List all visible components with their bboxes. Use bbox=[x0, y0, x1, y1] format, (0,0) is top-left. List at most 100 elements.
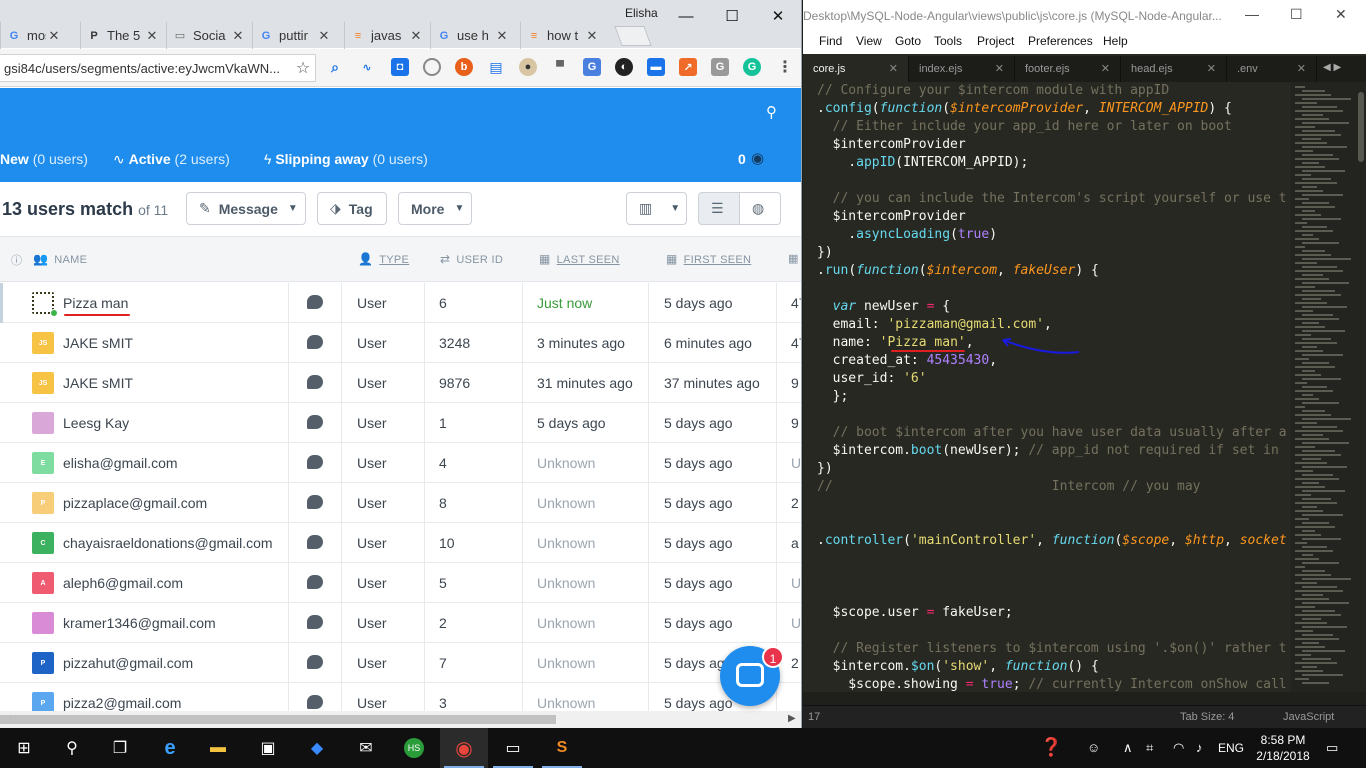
mail-icon[interactable]: ✉ bbox=[342, 728, 390, 768]
user-name-cell[interactable]: kramer1346@gmail.com bbox=[63, 603, 287, 643]
close-icon[interactable]: ✕ bbox=[316, 28, 332, 44]
maximize-icon[interactable]: ☐ bbox=[1290, 6, 1303, 23]
notifications-icon[interactable]: ▭ bbox=[1326, 740, 1338, 756]
tab-env[interactable]: .env ✕ bbox=[1227, 56, 1317, 82]
menu-goto[interactable]: Goto bbox=[895, 34, 921, 48]
table-row[interactable]: Pizza man User 6 Just now 5 days ago 47 bbox=[0, 283, 801, 323]
segment-slipping-away[interactable]: ϟ Slipping away (0 users) bbox=[264, 151, 428, 167]
user-name-cell[interactable]: aleph6@gmail.com bbox=[63, 563, 287, 603]
table-row[interactable]: JS JAKE sMIT User 3248 3 minutes ago 6 minute… bbox=[0, 323, 801, 363]
owl-extension-icon[interactable]: ● bbox=[519, 58, 537, 76]
browser-tab[interactable]: Guse h ✕ bbox=[430, 22, 514, 49]
book-extension-icon[interactable]: ▤ bbox=[487, 58, 505, 76]
dark-extension-icon[interactable]: ◐ bbox=[615, 58, 633, 76]
extension-blue-icon[interactable]: ◘ bbox=[391, 58, 409, 76]
edge-icon[interactable]: e bbox=[146, 728, 194, 768]
syntax-indicator[interactable]: JavaScript bbox=[1283, 711, 1334, 723]
more-button[interactable]: More ▼ bbox=[398, 192, 472, 225]
help-icon[interactable]: ❓ bbox=[1040, 737, 1062, 758]
hat-extension-icon[interactable]: ▀ bbox=[551, 58, 569, 76]
chat-icon[interactable] bbox=[307, 335, 323, 349]
chat-icon[interactable] bbox=[307, 575, 323, 589]
wifi-icon[interactable]: ◠ bbox=[1173, 740, 1184, 756]
columns-button[interactable]: ▥ ▼ bbox=[626, 192, 687, 225]
windows-start-icon[interactable]: ⊞ bbox=[0, 728, 48, 768]
user-name-cell[interactable]: JAKE sMIT bbox=[63, 363, 287, 403]
horizontal-scrollbar[interactable]: ◀ ▶ bbox=[0, 711, 801, 728]
menu-tools[interactable]: Tools bbox=[934, 34, 962, 48]
maximize-icon[interactable]: ☐ bbox=[710, 4, 754, 30]
network-icon[interactable]: ⌗ bbox=[1146, 740, 1153, 756]
language-indicator[interactable]: ENG bbox=[1218, 741, 1244, 755]
chat-icon[interactable] bbox=[307, 495, 323, 509]
browser-tab[interactable]: Gputtir ✕ bbox=[252, 22, 336, 49]
table-row[interactable]: Leesg Kay User 1 5 days ago 5 days ago 9 bbox=[0, 403, 801, 443]
chat-icon[interactable] bbox=[307, 695, 323, 709]
close-icon[interactable]: ✕ bbox=[756, 4, 800, 30]
menu-project[interactable]: Project bbox=[977, 34, 1014, 48]
table-row[interactable]: Ppizza2@gmail.com User 3 Unknown 5 days ago bbox=[0, 683, 801, 711]
close-icon[interactable]: ✕ bbox=[584, 28, 600, 44]
user-name-cell[interactable]: Pizza man bbox=[63, 283, 287, 323]
menu-help[interactable]: Help bbox=[1103, 34, 1128, 48]
pulse-extension-icon[interactable]: ∿ bbox=[358, 58, 376, 76]
search-icon[interactable]: ⚲ bbox=[48, 728, 96, 768]
chat-icon[interactable] bbox=[307, 375, 323, 389]
chat-icon[interactable] bbox=[307, 455, 323, 469]
close-icon[interactable]: ✕ bbox=[1335, 6, 1347, 23]
tab-footer-ejs[interactable]: footer.ejs ✕ bbox=[1015, 56, 1121, 82]
orange-extension-icon[interactable]: b bbox=[455, 58, 473, 76]
minimap[interactable] bbox=[1291, 82, 1366, 692]
system-clock[interactable]: 8:58 PM 2/18/2018 bbox=[1255, 732, 1311, 764]
close-icon[interactable]: ✕ bbox=[144, 28, 160, 44]
new-tab-button[interactable] bbox=[614, 26, 652, 46]
volume-icon[interactable]: ♪ bbox=[1196, 740, 1203, 755]
table-row[interactable]: Eelisha@gmail.com User 4 Unknown 5 days ago U bbox=[0, 443, 801, 483]
list-view-button[interactable]: ☰ bbox=[698, 192, 740, 225]
hs-app-icon[interactable]: HS bbox=[390, 728, 438, 768]
bookmark-star-icon[interactable]: ☆ bbox=[291, 58, 315, 78]
menu-find[interactable]: Find bbox=[819, 34, 842, 48]
menu-preferences[interactable]: Preferences bbox=[1028, 34, 1093, 48]
chat-icon[interactable] bbox=[307, 655, 323, 669]
circle-extension-icon[interactable] bbox=[423, 58, 441, 76]
scrollbar-thumb[interactable] bbox=[0, 715, 556, 724]
user-name-cell[interactable]: JAKE sMIT bbox=[63, 323, 287, 363]
user-name-cell[interactable]: Leesg Kay bbox=[63, 403, 287, 443]
close-icon[interactable]: ✕ bbox=[46, 28, 62, 44]
browser-tab[interactable]: ≡ javas ✕ bbox=[344, 22, 428, 49]
tab-index-ejs[interactable]: index.ejs ✕ bbox=[909, 56, 1015, 82]
editor-vertical-scrollbar[interactable] bbox=[1356, 82, 1366, 692]
browser-tab[interactable]: Gmost✕ bbox=[0, 22, 66, 49]
tab-head-ejs[interactable]: head.ejs ✕ bbox=[1121, 56, 1227, 82]
editor-horizontal-scrollbar[interactable] bbox=[803, 692, 1366, 705]
table-row[interactable]: Ppizzahut@gmail.com User 7 Unknown 5 days ag… bbox=[0, 643, 801, 683]
table-row[interactable]: Cchayaisraeldonations@gmail.com User 10 Unk… bbox=[0, 523, 801, 563]
minimize-icon[interactable]: — bbox=[664, 4, 708, 30]
close-icon[interactable]: ✕ bbox=[230, 28, 246, 44]
table-row[interactable]: Aaleph6@gmail.com User 5 Unknown 5 days ago U bbox=[0, 563, 801, 603]
user-name-cell[interactable]: elisha@gmail.com bbox=[63, 443, 287, 483]
tab-core-js[interactable]: core.js ✕ bbox=[803, 56, 909, 82]
minimize-icon[interactable]: — bbox=[1245, 6, 1259, 22]
segment-new[interactable]: New (0 users) bbox=[0, 151, 88, 167]
tag-button[interactable]: ⬗ Tag bbox=[317, 192, 387, 225]
menu-view[interactable]: View bbox=[856, 34, 882, 48]
eye-icon[interactable]: ◉ bbox=[751, 149, 764, 167]
column-type[interactable]: 👤 TYPE bbox=[358, 252, 409, 266]
user-name-cell[interactable]: chayaisraeldonations@gmail.com bbox=[63, 523, 287, 563]
chat-icon[interactable] bbox=[307, 535, 323, 549]
store-icon[interactable]: ▣ bbox=[244, 728, 292, 768]
close-icon[interactable]: ✕ bbox=[494, 28, 510, 44]
segment-active[interactable]: ∿ Active (2 users) bbox=[113, 151, 230, 168]
table-row[interactable]: Ppizzaplace@gmail.com User 8 Unknown 5 days … bbox=[0, 483, 801, 523]
scrollbar-thumb[interactable] bbox=[1358, 92, 1364, 162]
grey-g-extension-icon[interactable]: G bbox=[711, 58, 729, 76]
tab-size-indicator[interactable]: Tab Size: 4 bbox=[1180, 711, 1234, 723]
sublime-text-icon[interactable]: S bbox=[538, 728, 586, 768]
map-view-button[interactable]: ◍ bbox=[739, 192, 781, 225]
column-name[interactable]: 👥 NAME bbox=[33, 252, 87, 266]
comment-extension-icon[interactable]: ▬ bbox=[647, 58, 665, 76]
chevron-up-icon[interactable]: ∧ bbox=[1123, 740, 1133, 756]
close-icon[interactable]: ✕ bbox=[408, 28, 424, 44]
